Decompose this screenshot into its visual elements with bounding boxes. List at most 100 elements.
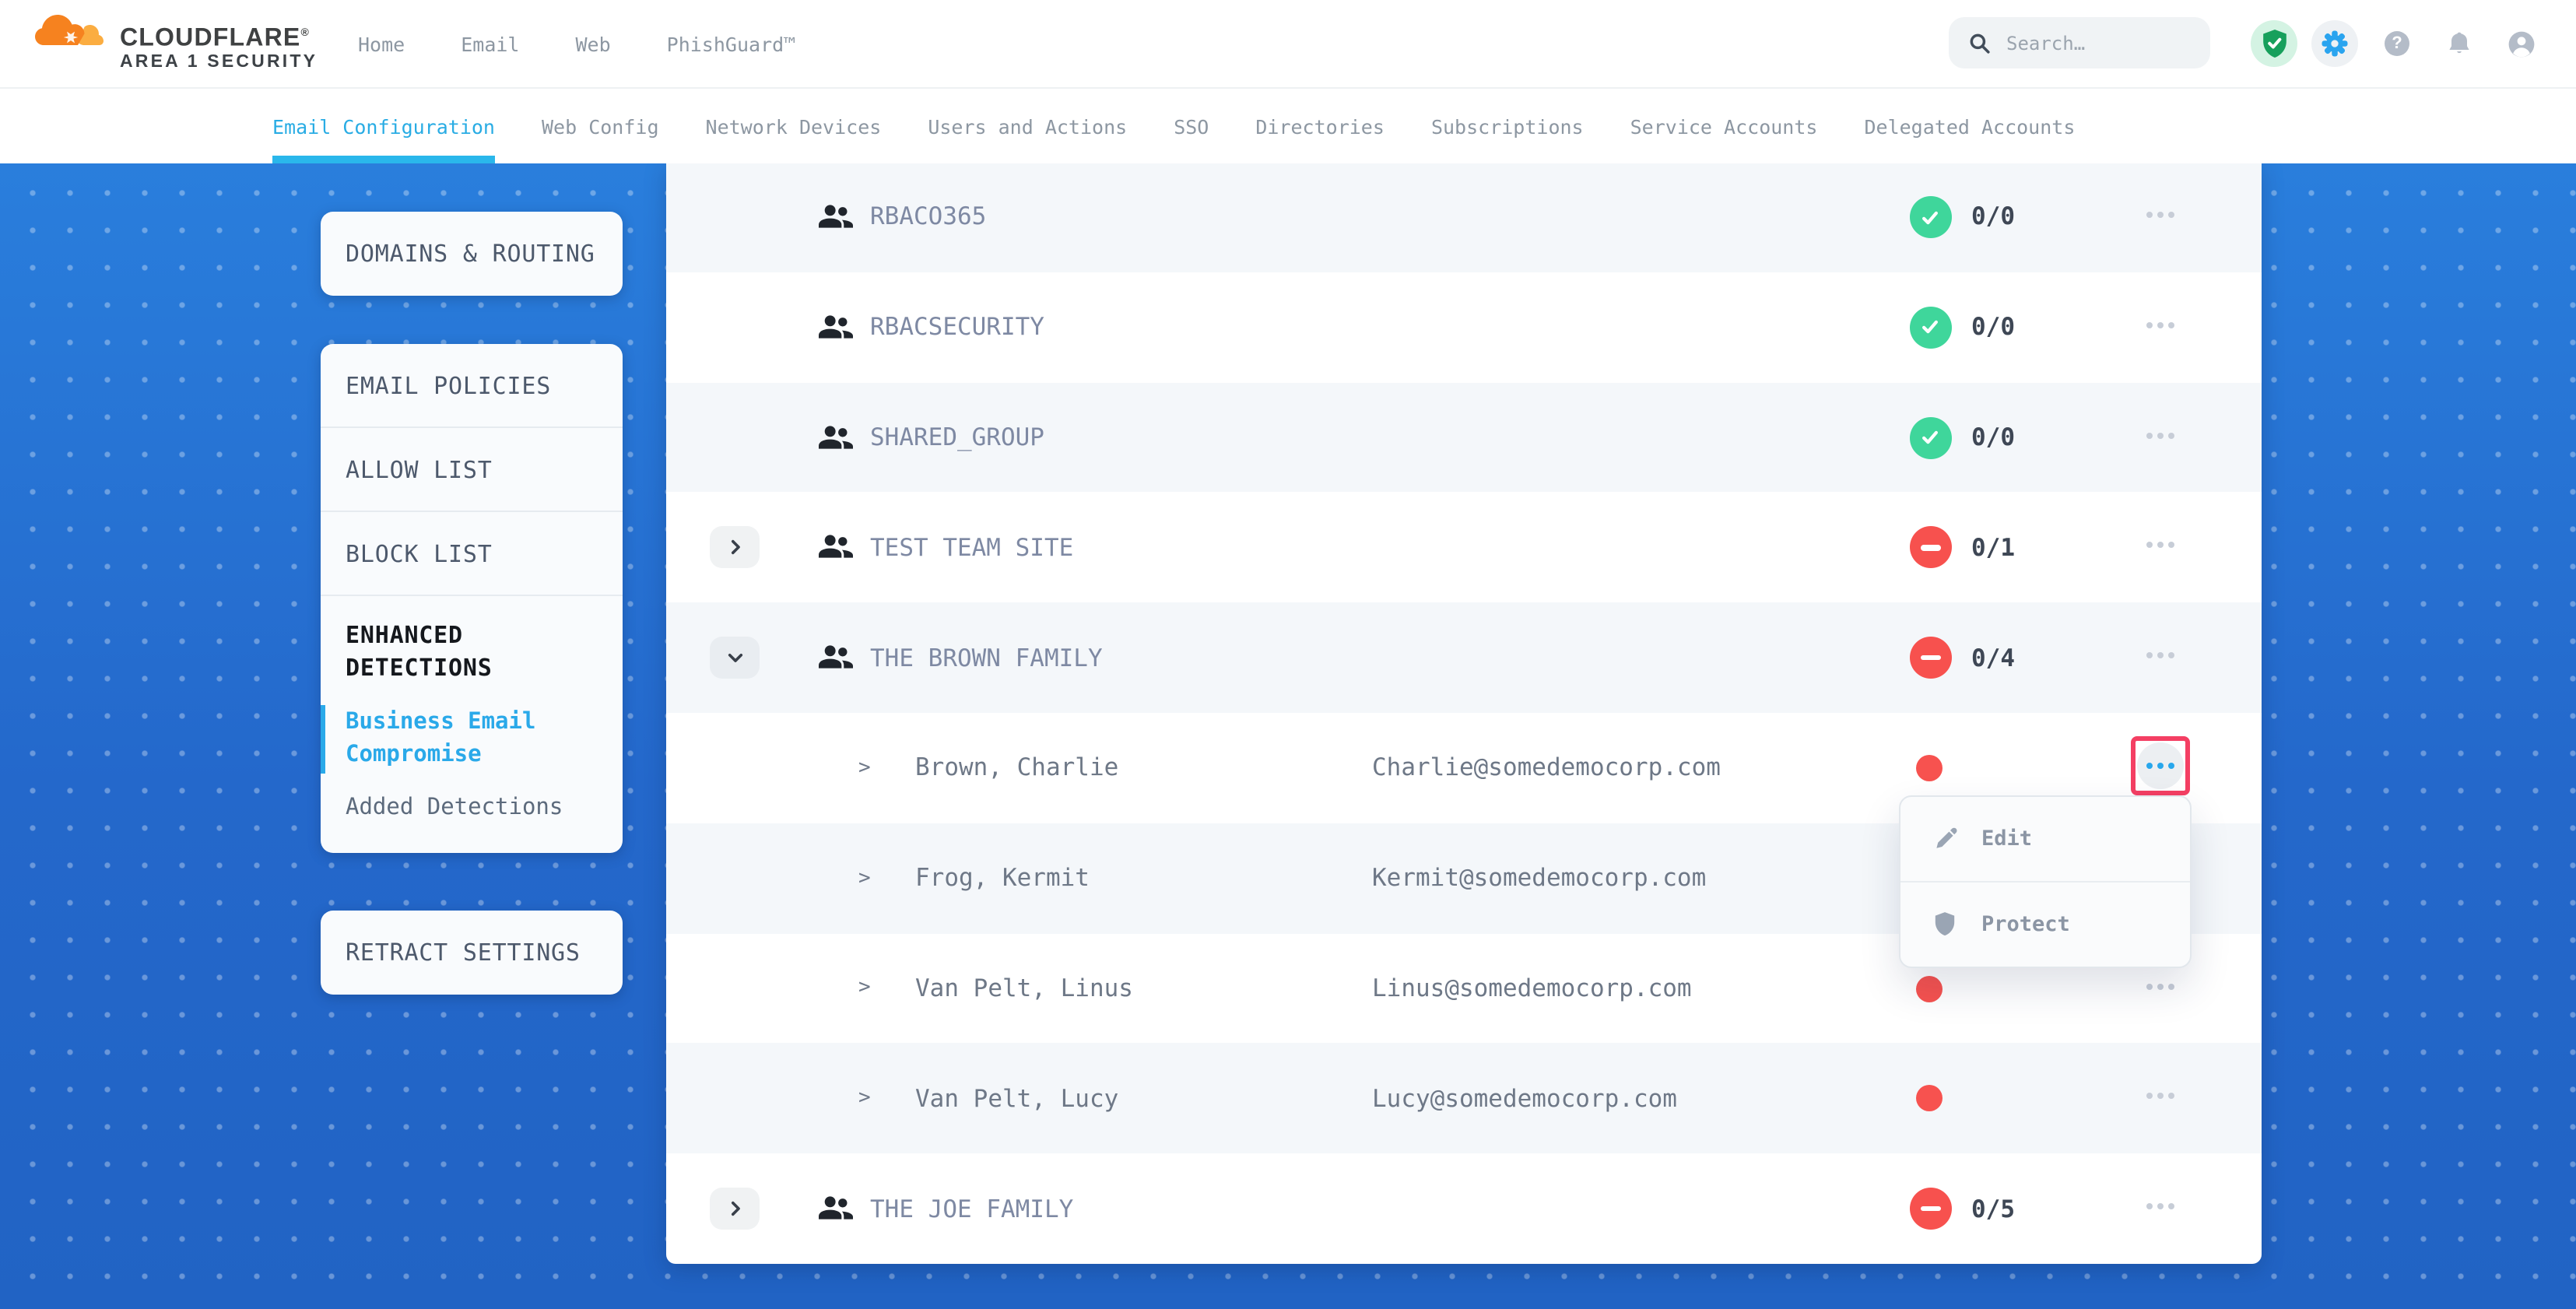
tab-directories[interactable]: Directories [1255, 89, 1385, 163]
menu-item-protect[interactable]: Protect [1900, 883, 2190, 967]
account-icon[interactable] [2508, 30, 2536, 58]
group-row-rbaco365[interactable]: RBACO365 0/0 [665, 162, 2261, 272]
row-name: THE BROWN FAMILY [870, 602, 1103, 713]
sidebar-item-block-list[interactable]: BLOCK LIST [321, 512, 623, 596]
row-actions-button[interactable] [2131, 626, 2190, 685]
ellipsis-icon [2146, 321, 2175, 328]
status-dot [1915, 755, 1942, 781]
ellipsis-icon [2137, 742, 2184, 789]
sidebar-item-business-email-compromise[interactable]: Business Email Compromise [321, 705, 623, 774]
protection-count: 0/0 [1971, 382, 2015, 493]
row-name: Frog, Kermit [915, 823, 1090, 934]
protection-count: 0/5 [1971, 1153, 2015, 1264]
sidebar-item-retract-settings[interactable]: RETRACT SETTINGS [321, 911, 623, 995]
row-actions-button[interactable] [2131, 185, 2190, 244]
user-row-van-pelt-lucy[interactable]: > Van Pelt, Lucy Lucy@somedemocorp.com [665, 1044, 2261, 1154]
nav-link-home[interactable]: Home [358, 32, 405, 55]
sidebar-card: DOMAINS & ROUTING [321, 212, 623, 296]
row-actions-button[interactable] [2131, 1177, 2190, 1236]
top-header: CLOUDFLARE® AREA 1 SECURITY Home Email Web… [0, 0, 2576, 89]
bell-icon[interactable] [2445, 30, 2473, 58]
group-icon [819, 1195, 853, 1220]
section-tabs: Email Configuration Web Config Network Dev… [0, 89, 2576, 163]
menu-item-label: Edit [1981, 826, 2032, 851]
groups-table: RBACO365 0/0 RBACSECURITY 0/0 [665, 162, 2261, 1264]
tab-web-config[interactable]: Web Config [542, 89, 659, 163]
row-name: TEST TEAM SITE [870, 493, 1073, 603]
row-name: Brown, Charlie [915, 713, 1118, 823]
ellipsis-icon [2146, 1093, 2175, 1100]
gear-icon[interactable] [2311, 20, 2358, 67]
row-context-menu: Edit Protect [1899, 795, 2192, 968]
group-icon [819, 204, 853, 229]
sidebar-item-allow-list[interactable]: ALLOW LIST [321, 428, 623, 512]
sidebar-card: EMAIL POLICIESALLOW LISTBLOCK LISTENHANC… [321, 344, 623, 853]
shield-check-icon[interactable] [2251, 20, 2297, 67]
cloudflare-logo[interactable]: CLOUDFLARE® AREA 1 SECURITY [34, 6, 318, 74]
brand-text: CLOUDFLARE® AREA 1 SECURITY [120, 6, 318, 74]
status-dot [1915, 1086, 1942, 1112]
nav-link-web[interactable]: Web [576, 32, 611, 55]
row-name: SHARED_GROUP [870, 382, 1044, 493]
row-name: Van Pelt, Linus [915, 933, 1133, 1044]
row-email: Linus@somedemocorp.com [1372, 933, 1692, 1044]
help-icon[interactable]: ? [2385, 31, 2409, 56]
tab-users-and-actions[interactable]: Users and Actions [928, 89, 1127, 163]
minus-glyph [1920, 655, 1940, 661]
search-box[interactable] [1949, 17, 2210, 68]
user-caret-icon: > [858, 823, 871, 934]
group-icon [819, 314, 853, 339]
group-icon [819, 424, 853, 449]
row-actions-button[interactable] [2131, 1067, 2190, 1126]
tab-subscriptions[interactable]: Subscriptions [1431, 89, 1584, 163]
row-email: Kermit@somedemocorp.com [1372, 823, 1706, 934]
group-row-the-joe-family[interactable]: THE JOE FAMILY 0/5 [665, 1153, 2261, 1264]
nav-link-phishguard[interactable]: PhishGuard™ [667, 32, 796, 55]
row-actions-button[interactable] [2131, 736, 2190, 795]
row-name: THE JOE FAMILY [870, 1153, 1073, 1264]
row-actions-button[interactable] [2131, 296, 2190, 355]
user-caret-icon: > [858, 933, 871, 1044]
cloudflare-cloud-icon [34, 6, 109, 48]
tab-email-configuration[interactable]: Email Configuration [272, 89, 495, 163]
search-input[interactable] [2003, 30, 2188, 55]
tab-delegated-accounts[interactable]: Delegated Accounts [1864, 89, 2075, 163]
group-row-rbacsecurity[interactable]: RBACSECURITY 0/0 [665, 272, 2261, 383]
user-caret-icon: > [858, 1044, 871, 1154]
sidebar-card: RETRACT SETTINGS [321, 911, 623, 995]
nav-link-email[interactable]: Email [461, 32, 519, 55]
group-icon [819, 644, 853, 669]
status-badge [1909, 196, 1951, 238]
brand-name: CLOUDFLARE [120, 26, 300, 52]
sidebar-item-domains-routing[interactable]: DOMAINS & ROUTING [321, 212, 623, 296]
ellipsis-icon [2146, 983, 2175, 989]
status-dot [1915, 975, 1942, 1002]
group-icon [819, 535, 853, 560]
minus-glyph [1920, 545, 1940, 550]
pencil-icon [1933, 826, 1958, 851]
ellipsis-icon [2146, 652, 2175, 658]
sidebar-item-email-policies[interactable]: EMAIL POLICIES [321, 344, 623, 428]
tab-sso[interactable]: SSO [1174, 89, 1209, 163]
shield-icon [1933, 912, 1958, 937]
group-row-test-team-site[interactable]: TEST TEAM SITE 0/1 [665, 493, 2261, 603]
sidebar: DOMAINS & ROUTING EMAIL POLICIESALLOW LIS… [321, 0, 623, 1309]
app-window: CLOUDFLARE® AREA 1 SECURITY Home Email Web… [0, 0, 2576, 1309]
row-actions-button[interactable] [2131, 405, 2190, 465]
row-actions-button[interactable] [2131, 516, 2190, 575]
ellipsis-icon [2146, 1203, 2175, 1209]
expand-chevron-button[interactable] [710, 1188, 760, 1230]
tab-network-devices[interactable]: Network Devices [706, 89, 882, 163]
sidebar-item-added-detections[interactable]: Added Detections [321, 791, 623, 853]
tab-service-accounts[interactable]: Service Accounts [1630, 89, 1818, 163]
expand-chevron-button[interactable] [710, 637, 760, 679]
menu-item-edit[interactable]: Edit [1900, 797, 2190, 883]
protection-count: 0/0 [1971, 272, 2015, 383]
user-caret-icon: > [858, 713, 871, 823]
protection-count: 0/0 [1971, 162, 2015, 272]
group-row-shared-group[interactable]: SHARED_GROUP 0/0 [665, 382, 2261, 493]
group-row-the-brown-family[interactable]: THE BROWN FAMILY 0/4 [665, 602, 2261, 713]
status-badge [1909, 527, 1951, 569]
sidebar-item-enhanced-detections[interactable]: ENHANCED DETECTIONS [321, 596, 623, 688]
expand-chevron-button[interactable] [710, 527, 760, 569]
